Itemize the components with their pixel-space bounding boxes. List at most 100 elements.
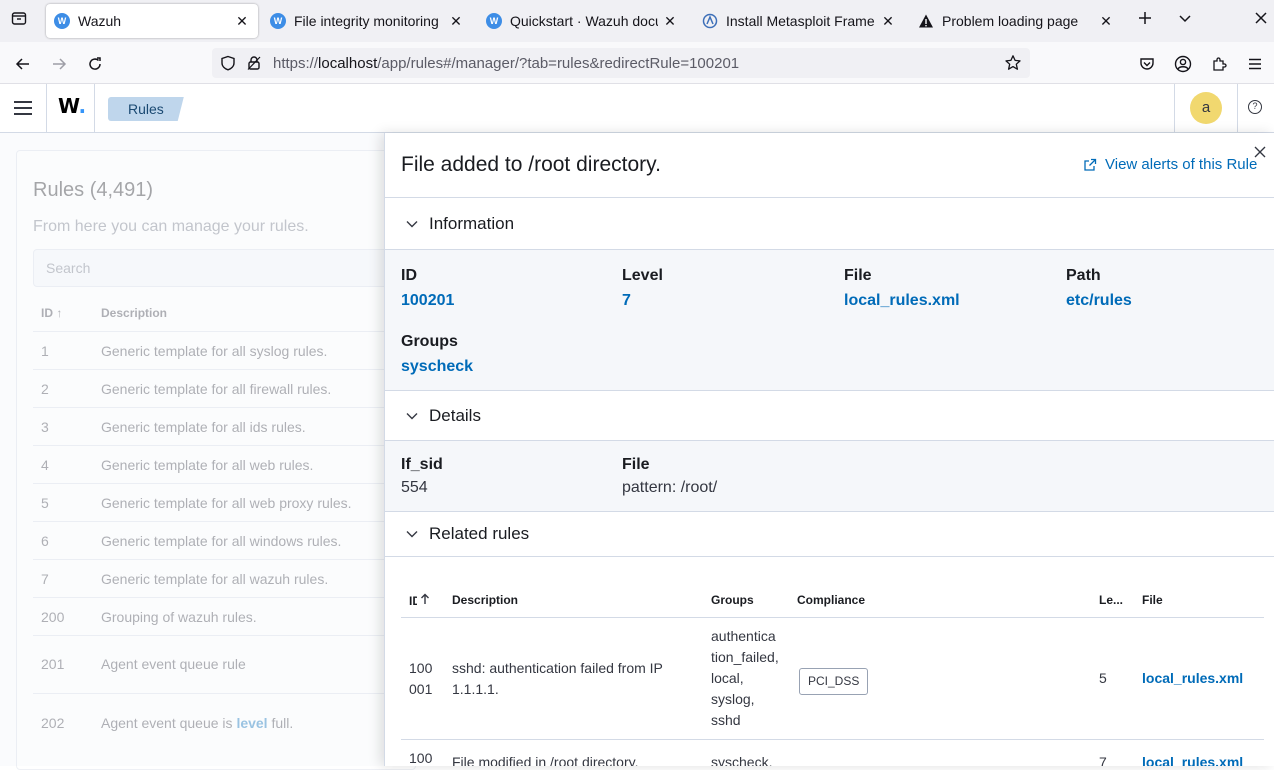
reload-icon[interactable]	[81, 50, 109, 78]
details-panel: If_sid 554 File pattern: /root/	[385, 441, 1274, 512]
file-link[interactable]: local_rules.xml	[844, 292, 960, 310]
close-icon[interactable]: ✕	[1098, 13, 1114, 30]
field-file: File local_rules.xml	[844, 267, 960, 310]
column-header-description[interactable]: Description	[101, 306, 167, 320]
table-row[interactable]: 6 Generic template for all windows rules.	[33, 521, 413, 559]
close-icon[interactable]: ✕	[234, 13, 250, 30]
url-text[interactable]: https://localhost/app/rules#/manager/?ta…	[273, 55, 739, 72]
groups-link[interactable]: syscheck	[401, 358, 473, 376]
warning-icon	[919, 14, 933, 28]
column-header-description[interactable]: Description	[452, 593, 518, 607]
chevron-down-icon	[406, 412, 418, 419]
chevron-down-icon	[406, 531, 418, 538]
search-input[interactable]: Search	[33, 249, 413, 287]
new-tab-icon[interactable]	[1134, 10, 1156, 32]
firefox-view-icon[interactable]	[8, 10, 30, 32]
id-link[interactable]: 100201	[401, 292, 454, 310]
column-header-id[interactable]: ID ↑	[41, 306, 62, 320]
tab-title: Quickstart · Wazuh docu	[510, 13, 658, 29]
wazuh-icon: W	[270, 13, 286, 29]
field-level: Level 7	[622, 267, 663, 310]
wazuh-icon: W	[54, 13, 70, 29]
accordion-details[interactable]: Details	[385, 391, 1274, 441]
header-divider	[94, 84, 95, 132]
field-if-sid: If_sid 554	[401, 456, 443, 496]
connection-info-icon[interactable]	[246, 55, 262, 71]
tab-quickstart[interactable]: W Quickstart · Wazuh docu ✕	[478, 4, 686, 38]
chevron-down-icon	[406, 220, 418, 227]
menu-icon[interactable]	[12, 98, 34, 118]
tab-list-chevron-icon[interactable]	[1174, 10, 1196, 32]
table-row[interactable]: 4 Generic template for all web rules.	[33, 445, 413, 483]
external-link-icon	[1084, 158, 1097, 171]
level-link[interactable]: 7	[622, 292, 663, 310]
header-divider	[1174, 84, 1175, 132]
rules-title: Rules (4,491)	[33, 179, 154, 201]
field-file-pattern: File pattern: /root/	[622, 456, 718, 496]
path-link[interactable]: etc/rules	[1066, 292, 1132, 310]
table-row[interactable]: 201 Agent event queue rule	[33, 635, 413, 693]
header-divider	[1237, 84, 1238, 132]
close-icon[interactable]	[1253, 145, 1267, 159]
wazuh-logo[interactable]: W.	[58, 94, 86, 118]
app-header: W. Rules a ?	[0, 84, 1274, 133]
field-groups: Groups syscheck	[401, 333, 474, 376]
browser-tab-bar: W Wazuh ✕ W File integrity monitoring ✕ …	[0, 0, 1274, 42]
tab-file-integrity[interactable]: W File integrity monitoring ✕	[262, 4, 472, 38]
table-row[interactable]: 202 Agent event queue is level full.	[33, 693, 413, 753]
table-row[interactable]: 5 Generic template for all web proxy rule…	[33, 483, 413, 521]
information-panel: ID 100201 Level 7 File local_rules.xml P…	[385, 250, 1274, 391]
file-link[interactable]: local_rules.xml	[1142, 752, 1243, 766]
tab-title: Wazuh	[78, 13, 122, 29]
flyout-title: File added to /root directory.	[401, 153, 661, 176]
table-row[interactable]: 1 Generic template for all syslog rules.	[33, 331, 413, 369]
accordion-related-rules[interactable]: Related rules	[385, 512, 1274, 557]
tab-problem-loading[interactable]: Problem loading page ✕	[910, 4, 1122, 38]
avatar[interactable]: a	[1190, 92, 1222, 124]
table-row[interactable]: 100 File modified in /root directory. sy…	[401, 740, 1264, 766]
tab-metasploit[interactable]: Install Metasploit Frame ✕	[694, 4, 904, 38]
rule-detail-flyout: File added to /root directory. View aler…	[384, 133, 1274, 766]
rules-subtitle: From here you can manage your rules.	[33, 218, 309, 235]
forward-arrow-icon[interactable]	[45, 50, 73, 78]
table-row[interactable]: 7 Generic template for all wazuh rules.	[33, 559, 413, 597]
column-header-level[interactable]: Le...	[1099, 593, 1123, 607]
column-header-id[interactable]: ID	[409, 593, 430, 608]
table-row[interactable]: 2 Generic template for all firewall rules…	[33, 369, 413, 407]
field-id: ID 100201	[401, 267, 455, 310]
table-row[interactable]: 200 Grouping of wazuh rules.	[33, 597, 413, 635]
browser-nav-bar: https://localhost/app/rules#/manager/?ta…	[0, 42, 1274, 84]
column-header-groups[interactable]: Groups	[711, 593, 754, 607]
wazuh-icon: W	[486, 13, 502, 29]
tab-title: Install Metasploit Frame	[726, 13, 875, 29]
extensions-icon[interactable]	[1205, 50, 1233, 78]
url-bar[interactable]: https://localhost/app/rules#/manager/?ta…	[212, 48, 1030, 78]
app-menu-icon[interactable]	[1241, 50, 1269, 78]
tab-title: Problem loading page	[942, 13, 1079, 29]
breadcrumb-rules[interactable]: Rules	[108, 97, 184, 121]
compliance-badge[interactable]: PCI_DSS	[799, 668, 869, 695]
metasploit-icon	[702, 13, 718, 29]
column-header-file[interactable]: File	[1142, 593, 1163, 607]
account-icon[interactable]	[1169, 50, 1197, 78]
shield-icon[interactable]	[220, 55, 236, 71]
bookmark-star-icon[interactable]	[1004, 54, 1022, 72]
tab-wazuh[interactable]: W Wazuh ✕	[46, 4, 258, 38]
header-divider	[46, 84, 47, 132]
pocket-icon[interactable]	[1133, 50, 1161, 78]
rules-list-card: Rules (4,491) From here you can manage y…	[16, 150, 416, 770]
window-close-icon[interactable]	[1250, 10, 1272, 32]
table-row[interactable]: 100 001 sshd: authentication failed from…	[401, 618, 1264, 740]
close-icon[interactable]: ✕	[448, 13, 464, 30]
back-arrow-icon[interactable]	[9, 50, 37, 78]
column-header-compliance[interactable]: Compliance	[797, 593, 865, 607]
close-icon[interactable]: ✕	[662, 13, 678, 30]
close-icon[interactable]: ✕	[880, 13, 896, 30]
sort-up-icon	[421, 593, 430, 604]
view-alerts-link[interactable]: View alerts of this Rule	[1083, 156, 1257, 173]
help-icon[interactable]: ?	[1248, 100, 1262, 114]
file-link[interactable]: local_rules.xml	[1142, 668, 1243, 689]
table-row[interactable]: 3 Generic template for all ids rules.	[33, 407, 413, 445]
field-path: Path etc/rules	[1066, 267, 1132, 310]
accordion-information[interactable]: Information	[385, 198, 1274, 250]
